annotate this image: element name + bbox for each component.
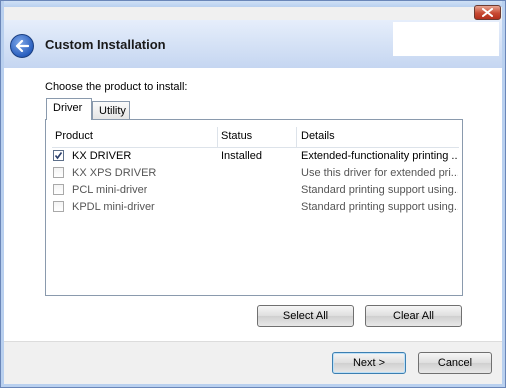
- instruction-label: Choose the product to install:: [45, 81, 188, 93]
- checkmark-icon: [54, 152, 63, 160]
- window-frame-bottom: [1, 384, 505, 387]
- product-details: Extended-functionality printing ...: [301, 150, 458, 162]
- list-item[interactable]: KPDL mini-driver Standard printing suppo…: [52, 199, 459, 216]
- next-button[interactable]: Next >: [332, 352, 406, 374]
- product-name: KPDL mini-driver: [72, 201, 155, 213]
- window-frame-top: [1, 1, 505, 7]
- product-name: KX XPS DRIVER: [72, 167, 157, 179]
- select-all-button[interactable]: Select All: [257, 305, 354, 327]
- product-status: Installed: [221, 150, 262, 162]
- product-name: PCL mini-driver: [72, 184, 148, 196]
- column-divider[interactable]: [217, 127, 218, 147]
- back-button[interactable]: [10, 34, 34, 58]
- checkbox[interactable]: [53, 150, 64, 161]
- product-details: Use this driver for extended pri...: [301, 167, 458, 179]
- back-arrow-icon: [15, 40, 29, 52]
- checkbox[interactable]: [53, 184, 64, 195]
- page-title: Custom Installation: [45, 37, 166, 52]
- window-frame-right: [502, 1, 505, 387]
- checkbox[interactable]: [53, 167, 64, 178]
- tab-utility[interactable]: Utility: [92, 101, 130, 120]
- clear-all-button[interactable]: Clear All: [365, 305, 462, 327]
- list-item[interactable]: PCL mini-driver Standard printing suppor…: [52, 182, 459, 199]
- cancel-button[interactable]: Cancel: [418, 352, 492, 374]
- column-header-product[interactable]: Product: [55, 130, 93, 142]
- column-header-details[interactable]: Details: [301, 130, 335, 142]
- close-icon: [482, 8, 493, 17]
- header-logo-area: [393, 22, 499, 56]
- checkbox[interactable]: [53, 201, 64, 212]
- footer-divider: [4, 341, 502, 342]
- content-area: Choose the product to install: Driver Ut…: [4, 68, 502, 341]
- product-details: Standard printing support using...: [301, 201, 458, 213]
- list-item[interactable]: KX DRIVER Installed Extended-functionali…: [52, 148, 459, 165]
- wizard-header: Custom Installation: [4, 20, 502, 69]
- tab-driver[interactable]: Driver: [46, 98, 92, 120]
- product-name: KX DRIVER: [72, 150, 132, 162]
- tab-panel: Product Status Details KX DRIVER Install…: [45, 119, 463, 296]
- product-details: Standard printing support using...: [301, 184, 458, 196]
- installer-window: Custom Installation Choose the product t…: [0, 0, 506, 388]
- column-divider[interactable]: [296, 127, 297, 147]
- list-item[interactable]: KX XPS DRIVER Use this driver for extend…: [52, 165, 459, 182]
- product-list: Product Status Details KX DRIVER Install…: [52, 127, 459, 291]
- close-button[interactable]: [474, 5, 501, 20]
- column-header-status[interactable]: Status: [221, 130, 252, 142]
- list-header: Product Status Details: [52, 127, 459, 148]
